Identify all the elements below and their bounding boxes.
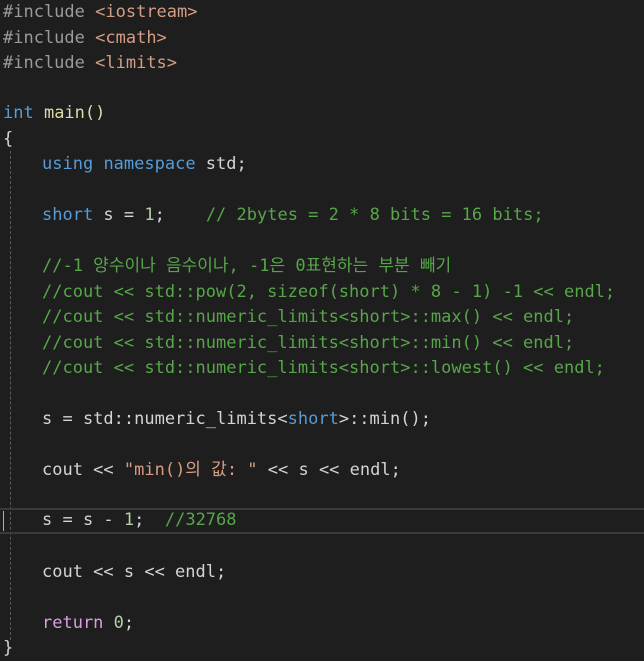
keyword: short xyxy=(287,409,339,429)
code-line-12[interactable]: //cout << std::pow(2, sizeof(short) * 8 … xyxy=(0,280,644,306)
comment: //cout << std::numeric_limits<short>::lo… xyxy=(42,358,605,378)
code-line-5[interactable]: int main() xyxy=(0,101,644,127)
comment: // 2bytes = 2 * 8 bits = 16 bits; xyxy=(164,205,544,225)
preprocessor-directive: #include xyxy=(3,27,85,48)
code-line-17[interactable]: s = std::numeric_limits<short>::min(); xyxy=(0,407,644,433)
comment: //-1 양수이나 음수이나, -1은 0표현하는 부분 빼기 xyxy=(42,256,452,276)
comment: //cout << std::numeric_limits<short>::mi… xyxy=(42,332,575,353)
code-line-3[interactable]: #include <limits> xyxy=(0,51,644,77)
code-editor[interactable]: #include <iostream> #include <cmath> #in… xyxy=(0,0,644,661)
keyword: return xyxy=(42,612,104,633)
include-header: <cmath> xyxy=(95,27,167,48)
number-literal: 1 xyxy=(144,205,155,225)
code-line-19[interactable]: cout << "min()의 값: " << s << endl; xyxy=(0,458,644,484)
semicolon: ; xyxy=(123,612,135,633)
text-caret xyxy=(3,511,4,531)
code-line-9[interactable]: short s = 1; // 2bytes = 2 * 8 bits = 16… xyxy=(0,203,644,229)
identifier: << s << endl; xyxy=(257,460,401,480)
comment: //cout << std::pow(2, sizeof(short) * 8 … xyxy=(42,281,616,302)
code-line-7[interactable]: using namespace std; xyxy=(0,152,644,178)
keyword: namespace xyxy=(103,154,196,174)
preprocessor-directive: #include xyxy=(3,53,85,73)
code-line-25[interactable]: return 0; xyxy=(0,611,644,637)
code-line-23[interactable]: cout << s << endl; xyxy=(0,560,644,586)
code-line-13[interactable]: //cout << std::numeric_limits<short>::ma… xyxy=(0,305,644,331)
keyword: short xyxy=(42,205,94,225)
code-line-11[interactable]: //-1 양수이나 음수이나, -1은 0표현하는 부분 빼기 xyxy=(0,254,644,280)
comment: //cout << std::numeric_limits<short>::ma… xyxy=(42,307,575,327)
include-header: <limits> xyxy=(95,53,178,73)
code-line-2[interactable]: #include <cmath> xyxy=(0,26,644,52)
number-literal: 1 xyxy=(123,510,135,530)
comment: //32768 xyxy=(164,510,237,530)
identifier: s = xyxy=(93,205,145,225)
number-literal: 0 xyxy=(113,612,124,633)
function-signature: main() xyxy=(33,103,106,123)
close-brace: } xyxy=(3,638,14,658)
code-line-26[interactable]: } xyxy=(0,636,644,661)
code-line-1[interactable]: #include <iostream> xyxy=(0,0,644,26)
code-line-15[interactable]: //cout << std::numeric_limits<short>::lo… xyxy=(0,356,644,382)
string-literal: "min()의 값: " xyxy=(123,460,258,480)
identifier: cout << s << endl; xyxy=(42,562,227,582)
preprocessor-directive: #include xyxy=(3,2,85,22)
code-line-14[interactable]: //cout << std::numeric_limits<short>::mi… xyxy=(0,331,644,357)
semicolon: ; xyxy=(154,205,165,225)
include-header: <iostream> xyxy=(95,2,198,22)
identifier: cout << xyxy=(42,460,124,480)
identifier: >::min(); xyxy=(338,409,431,429)
identifier: s = std::numeric_limits< xyxy=(42,409,288,429)
code-line-6[interactable]: { xyxy=(0,127,644,153)
keyword: int xyxy=(3,103,34,123)
identifier: ; xyxy=(134,510,165,530)
code-line-21-current[interactable]: s = s - 1; //32768 xyxy=(0,508,644,534)
identifier: s = s - xyxy=(42,510,124,530)
keyword: using xyxy=(42,154,94,174)
open-brace: { xyxy=(3,128,14,149)
identifier: std; xyxy=(195,154,247,174)
